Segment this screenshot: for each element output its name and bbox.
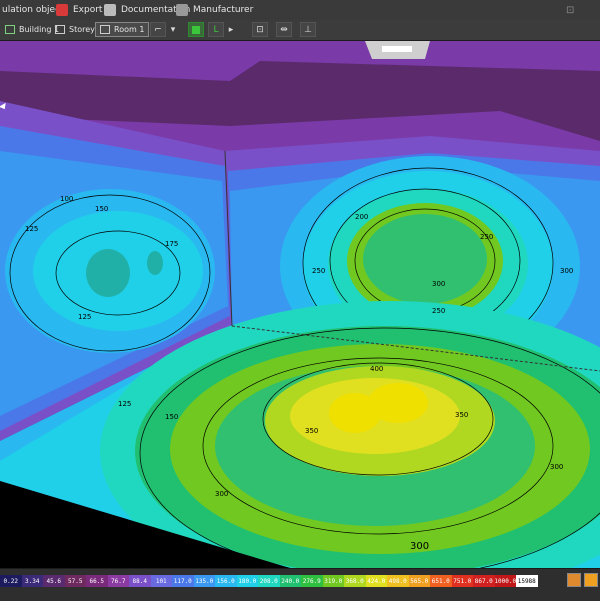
contour-label: 175 <box>165 240 178 248</box>
contour-label: 150 <box>95 205 108 213</box>
contour-label: 150 <box>165 413 178 421</box>
legend-swatch: 424.0 <box>365 575 387 587</box>
legend-swatch: 101 <box>150 575 172 587</box>
legend-swatch: 135.0 <box>193 575 215 587</box>
contour-label: 350 <box>455 411 468 419</box>
left-wall-hotspot-2 <box>147 251 163 275</box>
legend-swatch: 76.7 <box>107 575 129 587</box>
manufacturer-icon <box>176 4 188 16</box>
dimension-icon: ⇹ <box>280 24 288 35</box>
legend-swatch: 751.0 <box>451 575 473 587</box>
window-controls[interactable]: ⊡ <box>566 2 574 18</box>
contour-label: 300 <box>432 280 445 288</box>
contour-label: 300 <box>215 490 228 498</box>
legend-swatch: 276.9 <box>301 575 323 587</box>
fit-view-tool[interactable]: ⊡ <box>252 22 268 37</box>
legend-swatch: 240.0 <box>279 575 301 587</box>
measure-tool[interactable]: ⊥ <box>300 22 316 37</box>
dimension-tool[interactable]: ⇹ <box>276 22 292 37</box>
chevron-down-icon: ▾ <box>170 24 176 35</box>
legend-swatch: 15988 <box>516 575 538 587</box>
luminaire-lamp <box>382 46 412 52</box>
toolbar-item-export-label: Export <box>73 5 103 15</box>
legend-swatch: 867.0 <box>473 575 495 587</box>
legend-swatch: 319.0 <box>322 575 344 587</box>
contour-label: 300 <box>550 463 563 471</box>
legend-swatch: 3.34 <box>21 575 43 587</box>
legend-swatch: 498.0 <box>387 575 409 587</box>
legend-swatch: 651.0 <box>430 575 452 587</box>
toolbar-item-manufacturer-label: Manufacturer <box>193 5 254 15</box>
export-icon <box>56 4 68 16</box>
contour-label: 350 <box>305 427 318 435</box>
3d-viewport[interactable]: 100 125 150 175 125 250 200 250 300 250 … <box>0 41 600 568</box>
green-square-icon <box>192 25 200 34</box>
contour-label: 250 <box>432 307 445 315</box>
fit-view-icon: ⊡ <box>256 24 264 35</box>
contour-label: 250 <box>312 267 325 275</box>
legend-swatch: 0.22 <box>0 575 22 587</box>
storey-icon <box>55 25 65 34</box>
contour-label: 125 <box>78 313 91 321</box>
breadcrumb-room[interactable]: Room 1 <box>95 22 150 37</box>
contour-label: 400 <box>370 365 383 373</box>
measure-icon: ⊥ <box>304 24 312 35</box>
false-color-legend: 0.22 3.34 45.6 57.5 66.5 76.7 88.4 101 117.0 135.… <box>0 568 600 601</box>
window-control-icon: ⊡ <box>566 4 575 16</box>
legend-swatch: 368.0 <box>344 575 366 587</box>
wall-tool[interactable]: L <box>208 22 224 37</box>
legend-palette-button[interactable] <box>567 573 581 587</box>
contour-label: 250 <box>480 233 493 241</box>
more-tools-arrow[interactable]: ▸ <box>226 22 236 37</box>
legend-swatch: 180.0 <box>236 575 258 587</box>
breadcrumb-room-label: Room 1 <box>114 25 145 34</box>
legend-buttons <box>567 573 598 587</box>
plan-view-dropdown[interactable]: ▾ <box>168 22 178 37</box>
legend-scale-button[interactable] <box>584 573 598 587</box>
wall-icon: L <box>213 24 219 35</box>
navigation-bar: Building 1 Storey 1 Room 1 ⌐ ▾ L ▸ ⊡ ⇹ ⊥ <box>0 20 600 41</box>
legend-strip: 0.22 3.34 45.6 57.5 66.5 76.7 88.4 101 117.0 135.… <box>0 575 538 587</box>
contour-label: 200 <box>355 213 368 221</box>
toolbar-item-manufacturer[interactable]: Manufacturer <box>176 2 253 18</box>
contour-label: 125 <box>25 225 38 233</box>
legend-swatch: 1000.0 <box>494 575 516 587</box>
documentation-icon <box>104 4 116 16</box>
floor-hotspot-2 <box>368 383 428 423</box>
surface-tool[interactable] <box>188 22 204 37</box>
legend-swatch: 117.0 <box>172 575 194 587</box>
legend-swatch: 57.5 <box>64 575 86 587</box>
plan-view-icon: ⌐ <box>154 24 162 35</box>
legend-swatch: 156.0 <box>215 575 237 587</box>
legend-swatch: 88.4 <box>129 575 151 587</box>
contour-label: 300 <box>560 267 573 275</box>
plan-view-tool[interactable]: ⌐ <box>150 22 166 37</box>
top-toolbar: ulation objects Export Documentation Man… <box>0 0 600 21</box>
left-wall-hotspot <box>86 249 130 297</box>
building-icon <box>5 25 15 34</box>
legend-swatch: 208.0 <box>258 575 280 587</box>
back-wall-band-7 <box>363 214 487 304</box>
room-icon <box>100 25 110 34</box>
legend-swatch: 565.0 <box>408 575 430 587</box>
contour-label: 100 <box>60 195 73 203</box>
toolbar-item-export[interactable]: Export <box>56 2 102 18</box>
contour-label: 125 <box>118 400 131 408</box>
isoline-render: 100 125 150 175 125 250 200 250 300 250 … <box>0 41 600 568</box>
chevron-right-icon: ▸ <box>228 24 234 35</box>
contour-label: 300 <box>410 541 429 552</box>
legend-swatch: 66.5 <box>86 575 108 587</box>
legend-swatch: 45.6 <box>43 575 65 587</box>
